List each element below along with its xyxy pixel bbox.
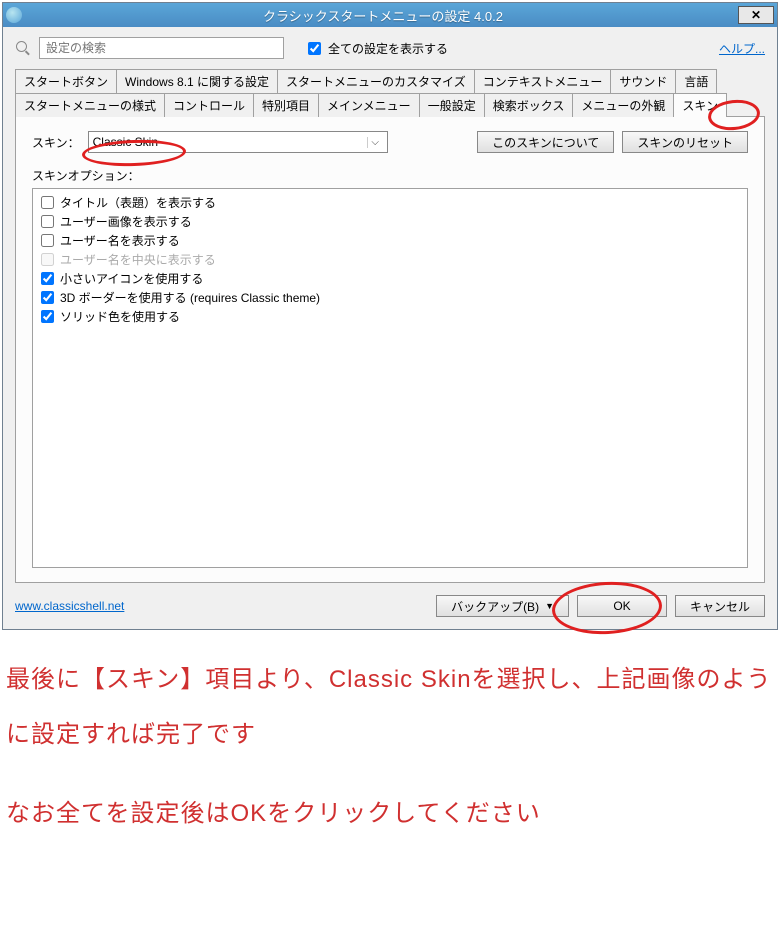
reset-skin-button[interactable]: スキンのリセット — [622, 131, 748, 153]
website-link[interactable]: www.classicshell.net — [15, 599, 124, 613]
option-checkbox[interactable] — [41, 234, 54, 247]
option-checkbox[interactable] — [41, 215, 54, 228]
tabs-row-1: スタートボタン Windows 8.1 に関する設定 スタートメニューのカスタマ… — [15, 69, 765, 93]
show-all-label: 全ての設定を表示する — [328, 40, 448, 57]
option-checkbox[interactable] — [41, 196, 54, 209]
ok-button[interactable]: OK — [577, 595, 667, 617]
option-item[interactable]: 3D ボーダーを使用する (requires Classic theme) — [41, 288, 739, 307]
option-item[interactable]: ユーザー名を表示する — [41, 231, 739, 250]
tab-special-items[interactable]: 特別項目 — [253, 93, 319, 117]
caption-line-2: なお全てを設定後はOKをクリックしてください — [6, 786, 774, 841]
close-button[interactable]: ✕ — [738, 6, 774, 24]
titlebar: クラシックスタートメニューの設定 4.0.2 ✕ — [3, 3, 777, 27]
show-all-checkbox[interactable] — [308, 42, 321, 55]
window-title: クラシックスタートメニューの設定 4.0.2 — [28, 6, 738, 25]
skin-panel: スキン： Classic Skin ⌵ このスキンについて スキンのリセット ス… — [15, 116, 765, 583]
skin-select[interactable]: Classic Skin ⌵ — [88, 131, 388, 153]
tab-general[interactable]: 一般設定 — [419, 93, 485, 117]
option-checkbox — [41, 253, 54, 266]
tab-context-menu[interactable]: コンテキストメニュー — [474, 69, 612, 93]
cancel-button[interactable]: キャンセル — [675, 595, 765, 617]
skin-row: スキン： Classic Skin ⌵ このスキンについて スキンのリセット — [32, 131, 748, 153]
tab-main-menu[interactable]: メインメニュー — [318, 93, 420, 117]
tab-menu-appearance[interactable]: メニューの外観 — [572, 93, 674, 117]
close-icon: ✕ — [751, 9, 761, 21]
instruction-caption: 最後に【スキン】項目より、Classic Skinを選択し、上記画像のように設定… — [0, 632, 780, 886]
option-label: ユーザー画像を表示する — [60, 213, 192, 230]
chevron-down-icon: ⌵ — [367, 137, 383, 148]
backup-label: バックアップ(B) — [451, 598, 539, 615]
settings-window: クラシックスタートメニューの設定 4.0.2 ✕ 全ての設定を表示する ヘルプ.… — [2, 2, 778, 630]
option-item[interactable]: ソリッド色を使用する — [41, 307, 739, 326]
cancel-label: キャンセル — [690, 598, 750, 615]
tab-start-button[interactable]: スタートボタン — [15, 69, 117, 93]
tab-skin[interactable]: スキン — [673, 93, 727, 117]
option-checkbox[interactable] — [41, 291, 54, 304]
reset-skin-label: スキンのリセット — [637, 134, 733, 151]
tabs-container: スタートボタン Windows 8.1 に関する設定 スタートメニューのカスタマ… — [15, 69, 765, 583]
dropdown-arrow-icon: ▼ — [545, 601, 554, 611]
caption-line-1: 最後に【スキン】項目より、Classic Skinを選択し、上記画像のように設定… — [6, 652, 774, 762]
tab-win81[interactable]: Windows 8.1 に関する設定 — [116, 69, 278, 93]
option-checkbox[interactable] — [41, 272, 54, 285]
tab-search-box[interactable]: 検索ボックス — [484, 93, 574, 117]
option-label: ソリッド色を使用する — [60, 308, 180, 325]
option-item: ユーザー名を中央に表示する — [41, 250, 739, 269]
option-label: 小さいアイコンを使用する — [60, 270, 203, 287]
backup-button[interactable]: バックアップ(B) ▼ — [436, 595, 569, 617]
option-label: ユーザー名を中央に表示する — [60, 251, 216, 268]
search-icon — [15, 40, 31, 56]
option-label: 3D ボーダーを使用する (requires Classic theme) — [60, 289, 320, 306]
tab-startmenu-customize[interactable]: スタートメニューのカスタマイズ — [277, 69, 475, 93]
window-content: 全ての設定を表示する ヘルプ... スタートボタン Windows 8.1 に関… — [3, 27, 777, 629]
help-link[interactable]: ヘルプ... — [719, 40, 765, 57]
about-skin-button[interactable]: このスキンについて — [477, 131, 614, 153]
option-label: タイトル（表題）を表示する — [60, 194, 216, 211]
option-item[interactable]: ユーザー画像を表示する — [41, 212, 739, 231]
about-skin-label: このスキンについて — [492, 134, 599, 151]
top-row: 全ての設定を表示する ヘルプ... — [15, 37, 765, 59]
option-label: ユーザー名を表示する — [60, 232, 180, 249]
tab-startmenu-style[interactable]: スタートメニューの様式 — [15, 93, 165, 117]
tabs-row-2: スタートメニューの様式 コントロール 特別項目 メインメニュー 一般設定 検索ボ… — [15, 93, 765, 117]
option-checkbox[interactable] — [41, 310, 54, 323]
skin-options-list: タイトル（表題）を表示する ユーザー画像を表示する ユーザー名を表示する ユーザ… — [32, 188, 748, 568]
show-all-checkbox-row: 全ての設定を表示する — [304, 39, 448, 58]
skin-options-label: スキンオプション： — [32, 167, 748, 184]
ok-label: OK — [613, 599, 630, 613]
app-icon — [6, 7, 22, 23]
option-item[interactable]: 小さいアイコンを使用する — [41, 269, 739, 288]
skin-label: スキン： — [32, 134, 80, 151]
search-input[interactable] — [39, 37, 284, 59]
tab-control[interactable]: コントロール — [164, 93, 254, 117]
footer-row: www.classicshell.net バックアップ(B) ▼ OK キャンセ… — [15, 595, 765, 617]
skin-select-value: Classic Skin — [93, 135, 367, 149]
option-item[interactable]: タイトル（表題）を表示する — [41, 193, 739, 212]
tab-language[interactable]: 言語 — [675, 69, 717, 93]
tab-sound[interactable]: サウンド — [610, 69, 676, 93]
